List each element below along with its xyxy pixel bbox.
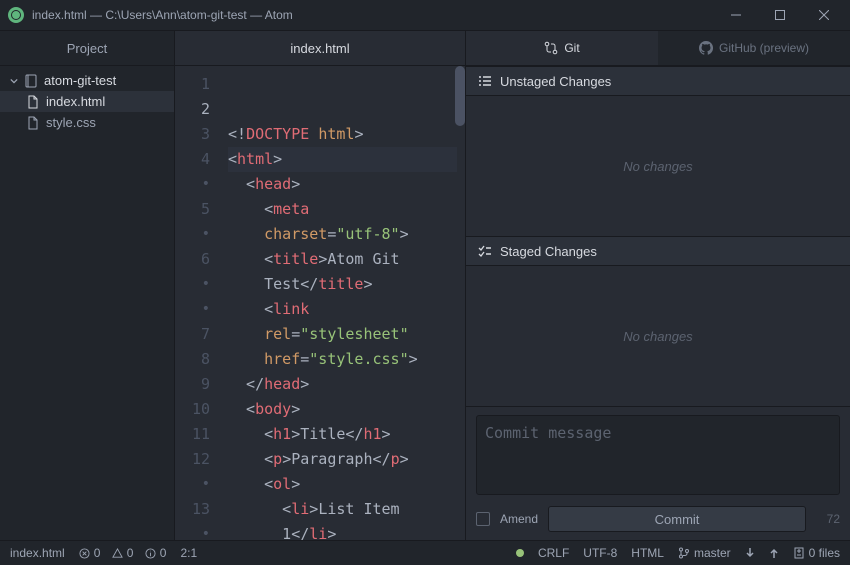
github-tab[interactable]: GitHub (preview)	[658, 31, 850, 65]
tree-file[interactable]: index.html	[0, 91, 174, 112]
tree-root[interactable]: atom-git-test	[0, 70, 174, 91]
status-cursor[interactable]: 2:1	[180, 546, 197, 560]
status-encoding[interactable]: UTF-8	[583, 546, 617, 560]
status-line-ending[interactable]: CRLF	[538, 546, 569, 560]
editor-tab[interactable]: index.html	[175, 31, 465, 65]
branch-icon	[678, 547, 690, 559]
atom-app-icon	[8, 7, 24, 23]
github-tab-label: GitHub (preview)	[719, 41, 809, 55]
tree-file-label: index.html	[46, 94, 105, 109]
status-push[interactable]	[769, 547, 779, 559]
repo-icon	[24, 74, 38, 88]
window-title: index.html — C:\Users\Ann\atom-git-test …	[32, 8, 293, 22]
status-branch[interactable]: master	[678, 546, 731, 560]
status-file[interactable]: index.html	[10, 546, 65, 560]
unstaged-header[interactable]: Unstaged Changes	[466, 66, 850, 96]
unstaged-header-label: Unstaged Changes	[500, 74, 611, 89]
commit-message-input[interactable]	[476, 415, 840, 495]
status-files[interactable]: 0 files	[793, 546, 840, 560]
editor-tab-label: index.html	[290, 41, 349, 56]
editor-tabbar: index.html	[175, 31, 465, 66]
staged-empty-text: No changes	[623, 329, 692, 344]
editor-panel: index.html 1234•5•6••789101112•13• <!DOC…	[175, 31, 465, 540]
status-fetch[interactable]	[745, 547, 755, 559]
commit-button-label: Commit	[655, 512, 700, 527]
status-clean-indicator	[516, 549, 524, 557]
file-icon	[26, 95, 40, 109]
github-icon	[699, 41, 713, 55]
amend-checkbox[interactable]	[476, 512, 490, 526]
editor-scrollbar[interactable]	[455, 66, 465, 126]
gutter: 1234•5•6••789101112•13•	[175, 66, 220, 540]
titlebar: index.html — C:\Users\Ann\atom-git-test …	[0, 0, 850, 30]
status-grammar[interactable]: HTML	[631, 546, 664, 560]
list-icon	[478, 74, 492, 88]
git-tabbar: Git GitHub (preview)	[466, 31, 850, 66]
window-controls	[714, 0, 846, 30]
git-tab[interactable]: Git	[466, 31, 658, 65]
code-area[interactable]: 1234•5•6••789101112•13• <!DOCTYPE html><…	[175, 66, 465, 540]
project-panel: Project atom-git-test index.html style.cs…	[0, 31, 175, 540]
error-icon	[79, 548, 90, 559]
code-content[interactable]: <!DOCTYPE html><html> <head> <meta chars…	[220, 66, 465, 540]
checklist-icon	[478, 244, 492, 258]
commit-char-count: 72	[816, 512, 840, 526]
staged-header-label: Staged Changes	[500, 244, 597, 259]
commit-button[interactable]: Commit	[548, 506, 806, 532]
diff-icon	[793, 547, 805, 559]
arrow-down-icon	[745, 547, 755, 559]
git-compare-icon	[544, 41, 558, 55]
git-panel: Git GitHub (preview) Unstaged Changes No…	[465, 31, 850, 540]
unstaged-body: No changes	[466, 96, 850, 236]
unstaged-empty-text: No changes	[623, 159, 692, 174]
close-button[interactable]	[802, 0, 846, 30]
project-tree: atom-git-test index.html style.css	[0, 66, 174, 137]
commit-area: Amend Commit 72	[466, 406, 850, 540]
minimize-button[interactable]	[714, 0, 758, 30]
statusbar: index.html 0 0 0 2:1 CRLF UTF-8 HTML mas…	[0, 540, 850, 565]
chevron-down-icon	[10, 77, 18, 85]
amend-label: Amend	[500, 512, 538, 526]
warning-icon	[112, 548, 123, 559]
status-diagnostics[interactable]: 0 0 0	[79, 546, 167, 560]
arrow-up-icon	[769, 547, 779, 559]
project-header: Project	[0, 31, 174, 66]
tree-file-label: style.css	[46, 115, 96, 130]
git-tab-label: Git	[564, 41, 579, 55]
maximize-button[interactable]	[758, 0, 802, 30]
staged-body: No changes	[466, 266, 850, 406]
staged-header[interactable]: Staged Changes	[466, 236, 850, 266]
tree-file[interactable]: style.css	[0, 112, 174, 133]
info-icon	[145, 548, 156, 559]
file-icon	[26, 116, 40, 130]
tree-root-label: atom-git-test	[44, 73, 116, 88]
